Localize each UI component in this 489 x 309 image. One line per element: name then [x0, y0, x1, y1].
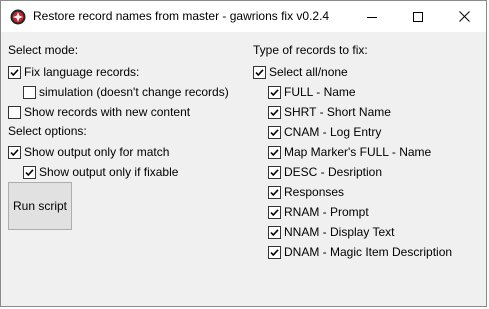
app-icon — [10, 9, 26, 25]
checkbox-box — [268, 125, 281, 139]
checkmark-icon — [270, 108, 279, 116]
record-type-checkbox[interactable]: NNAM - Display Text — [268, 224, 394, 240]
checkbox-box — [268, 245, 281, 259]
select-all-checkbox[interactable]: Select all/none — [253, 64, 348, 80]
checkbox-box — [268, 225, 281, 239]
record-type-label: SHRT - Short Name — [284, 105, 391, 119]
output-fixable-checkbox[interactable]: Show output only if fixable — [23, 164, 178, 180]
record-type-label: FULL - Name — [284, 85, 356, 99]
output-match-label: Show output only for match — [24, 145, 170, 159]
output-match-checkbox[interactable]: Show output only for match — [8, 144, 169, 160]
record-type-label: CNAM - Log Entry — [284, 125, 382, 139]
record-type-label: Map Marker's FULL - Name — [284, 145, 432, 159]
checkbox-box — [8, 105, 21, 119]
record-type-checkbox[interactable]: RNAM - Prompt — [268, 204, 369, 220]
checkmark-icon — [270, 88, 279, 96]
record-type-checkbox[interactable]: DESC - Desription — [268, 164, 382, 180]
maximize-icon — [413, 11, 423, 22]
checkmark-icon — [270, 148, 279, 156]
select-mode-label: Select mode: — [8, 43, 79, 57]
title-bar[interactable]: Restore record names from master - gawri… — [1, 1, 486, 32]
run-script-button[interactable]: Run script — [8, 182, 72, 230]
window-title: Restore record names from master - gawri… — [33, 9, 330, 23]
record-type-label: Responses — [284, 185, 345, 199]
checkmark-icon — [270, 128, 279, 136]
record-type-checkbox[interactable]: CNAM - Log Entry — [268, 124, 381, 140]
record-type-label: RNAM - Prompt — [284, 205, 369, 219]
record-type-checkbox[interactable]: DNAM - Magic Item Description — [268, 244, 452, 260]
close-button[interactable] — [441, 1, 487, 32]
simulation-checkbox[interactable]: simulation (doesn't change records) — [23, 84, 229, 100]
fix-language-label: Fix language records: — [24, 65, 140, 79]
checkbox-box — [23, 85, 36, 99]
checkmark-icon — [270, 228, 279, 236]
minimize-button[interactable] — [349, 1, 395, 32]
show-new-content-checkbox[interactable]: Show records with new content — [8, 104, 190, 120]
checkbox-box — [268, 85, 281, 99]
minimize-icon — [367, 16, 377, 18]
maximize-button[interactable] — [395, 1, 441, 32]
fix-language-checkbox[interactable]: Fix language records: — [8, 64, 139, 80]
checkmark-icon — [255, 68, 264, 76]
record-type-checkbox[interactable]: FULL - Name — [268, 84, 356, 100]
checkbox-box — [253, 65, 266, 79]
checkbox-box — [268, 205, 281, 219]
checkmark-icon — [270, 208, 279, 216]
checkbox-box — [268, 165, 281, 179]
checkmark-icon — [270, 188, 279, 196]
checkbox-box — [23, 165, 36, 179]
show-new-content-label: Show records with new content — [24, 105, 191, 119]
checkmark-icon — [10, 148, 19, 156]
checkbox-box — [268, 145, 281, 159]
checkbox-box — [8, 145, 21, 159]
record-type-label: NNAM - Display Text — [284, 225, 395, 239]
app-window: Restore record names from master - gawri… — [0, 0, 487, 307]
checkmark-icon — [25, 168, 34, 176]
simulation-label: simulation (doesn't change records) — [39, 85, 229, 99]
checkbox-box — [268, 105, 281, 119]
client-area: Select mode: Fix language records: simul… — [1, 32, 486, 308]
checkbox-box — [8, 65, 21, 79]
select-options-label: Select options: — [8, 124, 87, 138]
record-type-checkbox[interactable]: SHRT - Short Name — [268, 104, 391, 120]
record-type-label: DESC - Desription — [284, 165, 383, 179]
record-type-checkbox[interactable]: Map Marker's FULL - Name — [268, 144, 431, 160]
checkbox-box — [268, 185, 281, 199]
checkmark-icon — [270, 168, 279, 176]
record-types-label: Type of records to fix: — [253, 43, 368, 57]
record-type-checkbox[interactable]: Responses — [268, 184, 344, 200]
record-type-label: DNAM - Magic Item Description — [284, 245, 453, 259]
output-fixable-label: Show output only if fixable — [39, 165, 179, 179]
checkmark-icon — [270, 248, 279, 256]
select-all-label: Select all/none — [269, 65, 348, 79]
close-icon — [458, 11, 470, 22]
checkmark-icon — [10, 68, 19, 76]
